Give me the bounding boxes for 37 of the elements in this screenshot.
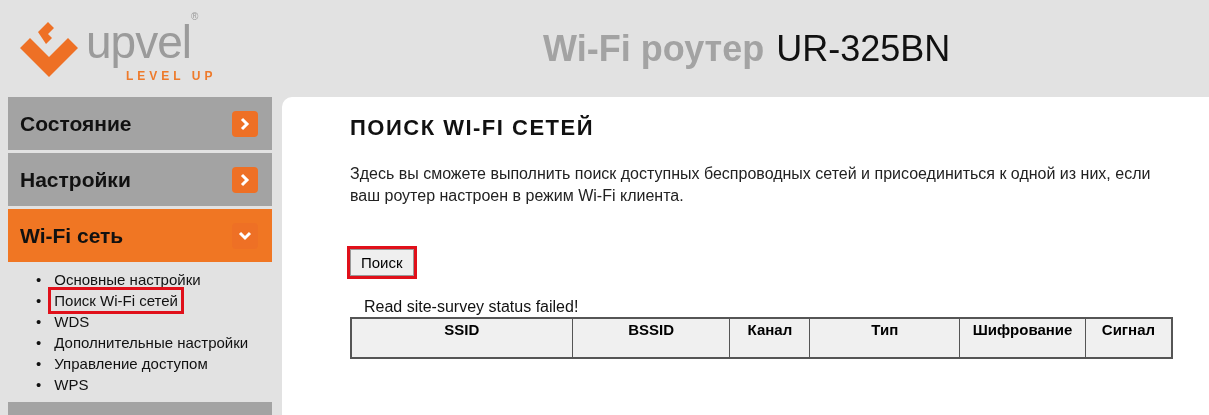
submenu-link[interactable]: WPS (51, 374, 92, 395)
header-title: Wi-Fi роутер (543, 27, 765, 70)
registered-mark: ® (190, 10, 199, 22)
bullet: • (36, 270, 42, 290)
menu-item[interactable]: Настройки (8, 153, 272, 206)
bullet: • (36, 333, 42, 353)
menu-item-label: Настройки (20, 167, 131, 192)
search-button[interactable]: Поиск (350, 249, 414, 276)
bullet: • (36, 375, 42, 395)
model-name: UR-325BN (776, 27, 951, 70)
submenu-link[interactable]: Основные настройки (51, 269, 204, 290)
menu-item-label: Состояние (20, 111, 132, 136)
submenu-link[interactable]: Поиск Wi-Fi сетей (51, 290, 181, 311)
column-header: Сигнал (1085, 318, 1172, 358)
logo-tagline: LEVEL UP (126, 68, 217, 83)
menu-item-label: Wi-Fi сеть (20, 223, 124, 248)
menu-item[interactable]: Состояние (8, 97, 272, 150)
submenu-link[interactable]: Дополнительные настройки (51, 332, 252, 353)
logo-icon (18, 19, 80, 78)
menu-item[interactable]: Wi-Fi сеть (8, 209, 272, 262)
status-message: Read site-survey status failed! (364, 298, 580, 316)
column-header: Шифрование (959, 318, 1086, 358)
page-title: ПОИСК WI-FI СЕТЕЙ (350, 115, 596, 141)
chevron-down-icon (232, 222, 258, 249)
column-header: Канал (729, 318, 810, 358)
description-text: Здесь вы сможете выполнить поиск доступных беспроводных сетей и присоединиться к одной из них, если ваш роутер настроен в режим Wi-Fi клиента. (350, 164, 1152, 206)
logo-text: upvel (86, 14, 191, 69)
column-header: BSSID (572, 318, 730, 358)
bullet: • (36, 312, 42, 332)
submenu-link[interactable]: Управление доступом (51, 353, 211, 374)
bullet: • (36, 354, 42, 374)
column-header: Тип (809, 318, 960, 358)
column-header: SSID (351, 318, 573, 358)
bullet: • (36, 291, 42, 311)
chevron-right-icon (232, 166, 258, 193)
chevron-right-icon (232, 110, 258, 137)
submenu-link[interactable]: WDS (51, 311, 93, 332)
